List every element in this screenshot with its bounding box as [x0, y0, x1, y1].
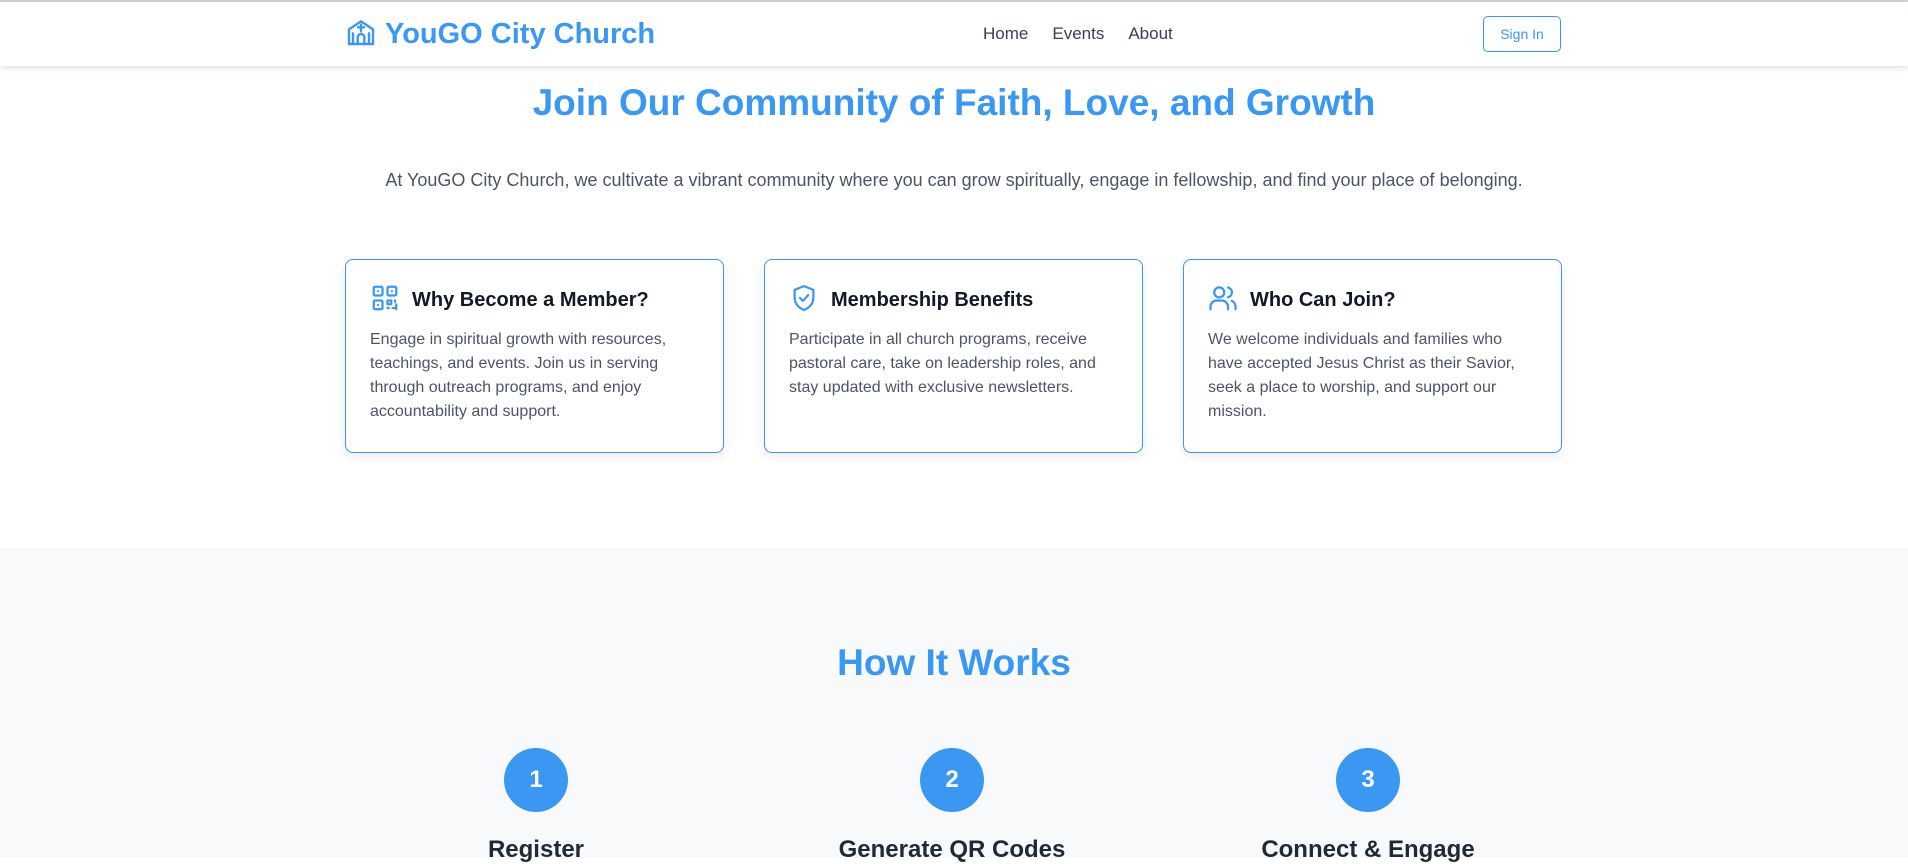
brand-logo-link[interactable]: YouGO City Church [345, 16, 655, 52]
card-why-member: Why Become a Member? Engage in spiritual… [345, 259, 724, 453]
card-who-can-join: Who Can Join? We welcome individuals and… [1183, 259, 1562, 453]
step-number: 2 [920, 748, 984, 812]
nav-home[interactable]: Home [983, 24, 1028, 44]
card-title: Why Become a Member? [412, 288, 649, 311]
step-title: Generate QR Codes [838, 836, 1066, 863]
site-header: YouGO City Church Home Events About Sign… [0, 2, 1908, 66]
church-icon [345, 16, 377, 53]
step-2: 2 Generate QR Codes [802, 748, 1102, 864]
how-it-works-section: How It Works 1 Register 2 Generate QR Co… [0, 548, 1908, 863]
nav-about[interactable]: About [1128, 24, 1172, 44]
shield-check-icon [789, 283, 819, 318]
hero-subtitle: At YouGO City Church, we cultivate a vib… [385, 170, 1523, 190]
step-title: Connect & Engage [1261, 836, 1475, 863]
main-nav: Home Events About [983, 24, 1173, 44]
brand-name: YouGO City Church [385, 17, 656, 50]
qr-code-icon [370, 283, 400, 318]
hero-title: Join Our Community of Faith, Love, and G… [532, 82, 1376, 123]
card-text: Participate in all church programs, rece… [789, 331, 1096, 396]
card-title: Membership Benefits [831, 288, 1034, 311]
step-number: 3 [1336, 748, 1400, 812]
card-benefits: Membership Benefits Participate in all c… [764, 259, 1143, 453]
card-text: Engage in spiritual growth with resource… [370, 331, 667, 420]
step-1: 1 Register [386, 748, 686, 864]
step-title: Register [487, 836, 585, 863]
how-it-works-title: How It Works [837, 642, 1071, 683]
nav-events[interactable]: Events [1052, 24, 1104, 44]
card-text: We welcome individuals and families who … [1208, 331, 1515, 420]
users-icon [1208, 283, 1238, 318]
sign-in-button[interactable]: Sign In [1483, 16, 1561, 52]
step-3: 3 Connect & Engage [1218, 748, 1518, 864]
card-title: Who Can Join? [1250, 288, 1396, 311]
step-number: 1 [504, 748, 568, 812]
